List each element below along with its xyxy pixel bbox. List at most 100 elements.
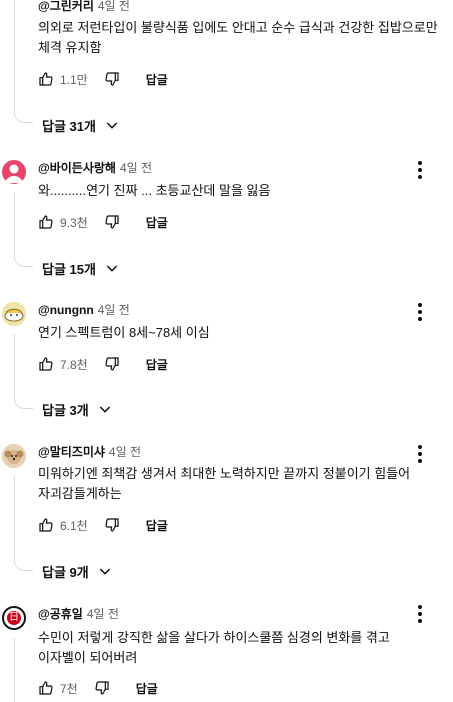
thumbs-down-icon: [105, 72, 119, 86]
thumbs-down-icon: [105, 215, 119, 229]
comment-time[interactable]: 4일 전: [109, 445, 141, 459]
thread-connector: [14, 558, 33, 571]
like-button[interactable]: 7천: [38, 680, 94, 697]
more-vertical-icon: [418, 445, 422, 449]
thumbs-down-icon: [105, 518, 119, 532]
dislike-button[interactable]: [104, 71, 120, 87]
more-actions-button[interactable]: [410, 158, 430, 182]
comment-actions: 7.8천 답글: [38, 353, 168, 375]
avatar-glyph: 日: [7, 611, 21, 625]
comment-time[interactable]: 4일 전: [87, 607, 119, 621]
more-vertical-icon: [418, 605, 422, 609]
comment-actions: 1.1만 답글: [38, 68, 168, 90]
comment-time[interactable]: 4일 전: [98, 0, 130, 13]
comment-actions: 6.1천 답글: [38, 514, 168, 536]
avatar[interactable]: [2, 444, 26, 468]
comment-text: 수민이 저렇게 강직한 삶을 살다가 하이스쿨쯤 심경의 변화를 겪고 이자벨이…: [38, 630, 390, 665]
comment-actions: 9.3천 답글: [38, 211, 168, 233]
comment-header: @nungnn 4일 전: [38, 302, 130, 318]
thumbs-down-icon: [105, 357, 119, 371]
chevron-down-icon: [106, 265, 118, 272]
more-vertical-icon: [418, 303, 422, 307]
comment-author[interactable]: @그린커리: [38, 0, 94, 13]
comment-author[interactable]: @nungnn: [38, 303, 94, 317]
more-dot: [418, 612, 422, 616]
comment-text: 미워하기엔 죄책감 생겨서 최대한 노력하지만 끝까지 정붙이기 힘들어 자괴감…: [38, 466, 411, 501]
thread-connector: [14, 396, 33, 409]
comment-author[interactable]: @말티즈미샤: [38, 445, 105, 459]
thumbs-up-icon: [39, 681, 53, 695]
view-replies-button[interactable]: 답글 31개: [42, 115, 120, 135]
more-actions-button[interactable]: [410, 442, 430, 466]
avatar[interactable]: 日: [2, 606, 26, 630]
comment-header: @말티즈미샤 4일 전: [38, 444, 141, 460]
comment-text: 의외로 저런타입이 불량식품 입에도 안대고 순수 급식과 건강한 집밥으로만 …: [38, 20, 438, 55]
chevron-down-icon: [99, 406, 110, 413]
view-replies-label: 답글 9개: [42, 564, 89, 580]
chevron-down-icon: [106, 122, 118, 129]
thread-connector: [14, 254, 33, 267]
more-actions-button[interactable]: [410, 602, 430, 626]
thumbs-up-icon: [39, 518, 53, 532]
avatar[interactable]: [2, 160, 26, 184]
comment-header: @그린커리 4일 전: [38, 0, 130, 14]
more-dot: [418, 175, 422, 179]
thread-line: [14, 0, 15, 110]
comment-time[interactable]: 4일 전: [98, 303, 130, 317]
reply-button[interactable]: 답글: [146, 214, 168, 231]
chevron-down-icon: [99, 568, 110, 575]
comment-header: @공휴일 4일 전: [38, 606, 119, 622]
like-count: 6.1천: [60, 518, 88, 533]
dislike-button[interactable]: [104, 356, 120, 372]
more-vertical-icon: [418, 161, 422, 165]
more-dot: [418, 619, 422, 623]
reply-button[interactable]: 답글: [146, 356, 168, 373]
view-replies-button[interactable]: 답글 9개: [42, 561, 113, 581]
comment-author[interactable]: @공휴일: [38, 607, 83, 621]
like-count: 9.3천: [60, 215, 88, 230]
reply-button[interactable]: 답글: [146, 517, 168, 534]
view-replies-button[interactable]: 답글 15개: [42, 258, 120, 278]
view-replies-label: 답글 31개: [42, 118, 96, 134]
thumbs-up-icon: [39, 215, 53, 229]
thread-connector: [14, 110, 33, 123]
view-replies-label: 답글 15개: [42, 261, 96, 277]
comment-author[interactable]: @바이든사랑해: [38, 161, 116, 175]
like-count: 7.8천: [60, 357, 88, 372]
thumbs-down-icon: [95, 681, 109, 695]
user-silhouette-icon: [5, 164, 23, 183]
more-dot: [418, 310, 422, 314]
comment-header: @바이든사랑해 4일 전: [38, 160, 152, 176]
like-count: 7천: [60, 681, 78, 696]
thumbs-up-icon: [39, 357, 53, 371]
avatar-image: [2, 302, 26, 326]
dislike-button[interactable]: [104, 214, 120, 230]
comment-time[interactable]: 4일 전: [120, 161, 152, 175]
dislike-button[interactable]: [94, 680, 110, 696]
like-button[interactable]: 7.8천: [38, 356, 104, 373]
like-button[interactable]: 6.1천: [38, 517, 104, 534]
more-actions-button[interactable]: [410, 300, 430, 324]
thread-line: [14, 476, 15, 558]
thread-line: [14, 638, 15, 702]
like-button[interactable]: 1.1만: [38, 71, 104, 88]
like-count: 1.1만: [60, 72, 88, 87]
dog-avatar-image: [2, 444, 26, 468]
thumbs-up-icon: [39, 72, 53, 86]
more-dot: [418, 168, 422, 172]
comment-text: 와..........연기 진짜 ... 초등교산데 말을 잃음: [38, 183, 271, 198]
dislike-button[interactable]: [104, 517, 120, 533]
thread-line: [14, 192, 15, 254]
more-dot: [418, 317, 422, 321]
comment-actions: 7천 답글: [38, 677, 158, 699]
avatar[interactable]: [2, 302, 26, 326]
like-button[interactable]: 9.3천: [38, 214, 104, 231]
reply-button[interactable]: 답글: [136, 680, 158, 697]
more-dot: [418, 459, 422, 463]
reply-button[interactable]: 답글: [146, 71, 168, 88]
comment-text: 연기 스펙트럼이 8세~78세 이심: [38, 325, 210, 340]
view-replies-label: 답글 3개: [42, 402, 89, 418]
thread-line: [14, 334, 15, 396]
more-dot: [418, 452, 422, 456]
view-replies-button[interactable]: 답글 3개: [42, 399, 113, 419]
